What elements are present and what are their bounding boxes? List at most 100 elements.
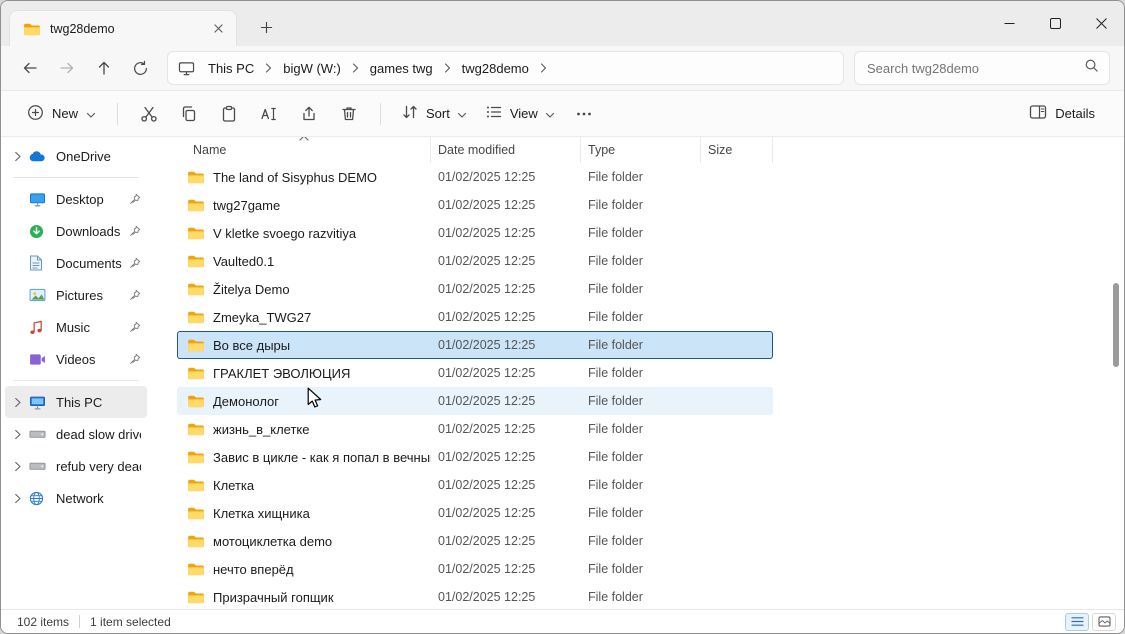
sidebar-item-label: Videos (56, 352, 129, 367)
file-row[interactable]: V kletke svoego razvitiya01/02/2025 12:2… (177, 219, 773, 247)
file-name: жизнь_в_клетке (213, 422, 309, 437)
item-count: 102 items (17, 615, 69, 629)
back-button[interactable] (11, 51, 48, 85)
file-row[interactable]: Vaulted0.101/02/2025 12:25File folder (177, 247, 773, 275)
breadcrumb-item-twg28demo[interactable]: twg28demo (455, 58, 536, 79)
details-view-button[interactable] (1065, 613, 1089, 631)
file-row[interactable]: нечто вперёд01/02/2025 12:25File folder (177, 555, 773, 583)
file-row[interactable]: Призрачный гопщик01/02/2025 12:25File fo… (177, 583, 773, 609)
sidebar-item-this-pc[interactable]: This PC (5, 386, 147, 418)
file-name: Клетка хищника (213, 506, 310, 521)
column-header-size[interactable]: Size (701, 137, 773, 163)
vertical-scrollbar[interactable] (1112, 141, 1121, 607)
file-name: Во все дыры (213, 338, 290, 353)
minimize-button[interactable] (986, 1, 1032, 46)
tab-close-icon[interactable] (208, 19, 228, 39)
chevron-right-icon[interactable] (14, 493, 29, 504)
breadcrumb-item-this-pc[interactable]: This PC (201, 58, 261, 79)
column-header-date-modified[interactable]: Date modified (431, 137, 581, 163)
file-list: The land of Sisyphus DEMO01/02/2025 12:2… (151, 163, 1124, 609)
forward-button[interactable] (48, 51, 85, 85)
file-row[interactable]: Клетка хищника01/02/2025 12:25File folde… (177, 499, 773, 527)
rename-button[interactable] (249, 97, 289, 131)
folder-icon (187, 366, 205, 380)
file-row[interactable]: жизнь_в_клетке01/02/2025 12:25File folde… (177, 415, 773, 443)
folder-icon (23, 22, 41, 36)
file-type: File folder (581, 282, 701, 296)
search-box[interactable] (854, 51, 1110, 85)
file-type: File folder (581, 506, 701, 520)
chevron-right-icon[interactable] (14, 397, 29, 408)
file-row[interactable]: twg27game01/02/2025 12:25File folder (177, 191, 773, 219)
sidebar-item-network[interactable]: Network (5, 482, 147, 514)
breadcrumb-chevron-icon[interactable] (261, 62, 276, 74)
file-row[interactable]: мотоциклетка demo01/02/2025 12:25File fo… (177, 527, 773, 555)
statusbar-divider (79, 615, 80, 628)
column-header-type[interactable]: Type (581, 137, 701, 163)
details-pane-button[interactable]: Details (1020, 97, 1104, 130)
address-bar[interactable]: This PC bigW (W:) games twg twg28demo (167, 51, 844, 85)
sidebar-item-dead-slow-drive[interactable]: dead slow drive (5, 418, 147, 450)
file-row[interactable]: Во все дыры01/02/2025 12:25File folder (177, 331, 773, 359)
breadcrumb-chevron-icon[interactable] (536, 62, 551, 74)
file-date-modified: 01/02/2025 12:25 (431, 422, 581, 436)
sidebar-item-videos[interactable]: Videos (5, 343, 147, 375)
file-row[interactable]: ГРАКЛЕТ ЭВОЛЮЦИЯ01/02/2025 12:25File fol… (177, 359, 773, 387)
file-row[interactable]: The land of Sisyphus DEMO01/02/2025 12:2… (177, 163, 773, 191)
new-button[interactable]: New (17, 97, 106, 131)
sidebar-item-pictures[interactable]: Pictures (5, 279, 147, 311)
file-name: Vaulted0.1 (213, 254, 274, 269)
refresh-button[interactable] (122, 51, 159, 85)
file-date-modified: 01/02/2025 12:25 (431, 562, 581, 576)
sidebar-item-label: Music (56, 320, 129, 335)
share-button[interactable] (289, 97, 329, 131)
close-button[interactable] (1078, 1, 1124, 46)
file-name: Zmeyka_TWG27 (213, 310, 311, 325)
more-options-button[interactable] (564, 97, 604, 131)
file-row[interactable]: Завис в цикле - как я попал в вечный к..… (177, 443, 773, 471)
videos-icon (29, 353, 51, 366)
explorer-tab[interactable]: twg28demo (9, 10, 237, 46)
sidebar-item-onedrive[interactable]: OneDrive (5, 140, 147, 172)
new-tab-button[interactable] (253, 14, 279, 40)
file-explorer-window: twg28demo This PC bigW (W:) games twg twg28… (0, 0, 1125, 634)
up-button[interactable] (85, 51, 122, 85)
breadcrumb-chevron-icon[interactable] (440, 62, 455, 74)
file-type: File folder (581, 562, 701, 576)
column-header-name[interactable]: Name (177, 137, 431, 163)
folder-icon (187, 254, 205, 268)
sidebar-item-documents[interactable]: Documents (5, 247, 147, 279)
breadcrumb-item-games-twg[interactable]: games twg (363, 58, 440, 79)
maximize-button[interactable] (1032, 1, 1078, 46)
breadcrumb-chevron-icon[interactable] (348, 62, 363, 74)
file-row[interactable]: Zmeyka_TWG2701/02/2025 12:25File folder (177, 303, 773, 331)
sidebar-item-desktop[interactable]: Desktop (5, 183, 147, 215)
thumbnail-view-button[interactable] (1092, 613, 1116, 631)
sidebar-item-refub-very-dead[interactable]: refub very dead (5, 450, 147, 482)
paste-button[interactable] (209, 97, 249, 131)
sort-button-label: Sort (426, 106, 450, 121)
music-icon (29, 320, 51, 335)
file-row[interactable]: Демонолог01/02/2025 12:25File folder (177, 387, 773, 415)
search-input[interactable] (867, 61, 1084, 76)
scrollbar-thumb[interactable] (1113, 283, 1119, 367)
sidebar-item-label: dead slow drive (56, 427, 141, 442)
file-date-modified: 01/02/2025 12:25 (431, 394, 581, 408)
delete-button[interactable] (329, 97, 369, 131)
downloads-icon (29, 224, 51, 239)
file-row[interactable]: Žitelya Demo01/02/2025 12:25File folder (177, 275, 773, 303)
folder-icon (187, 282, 205, 296)
chevron-right-icon[interactable] (14, 461, 29, 472)
copy-button[interactable] (169, 97, 209, 131)
file-type: File folder (581, 198, 701, 212)
view-button[interactable]: View (476, 96, 564, 131)
chevron-right-icon[interactable] (14, 151, 29, 162)
file-type: File folder (581, 338, 701, 352)
cut-button[interactable] (129, 97, 169, 131)
sidebar-item-downloads[interactable]: Downloads (5, 215, 147, 247)
sort-button[interactable]: Sort (392, 96, 476, 131)
sidebar-item-music[interactable]: Music (5, 311, 147, 343)
breadcrumb-item-bigw-w[interactable]: bigW (W:) (276, 58, 348, 79)
file-row[interactable]: Клетка01/02/2025 12:25File folder (177, 471, 773, 499)
chevron-right-icon[interactable] (14, 429, 29, 440)
